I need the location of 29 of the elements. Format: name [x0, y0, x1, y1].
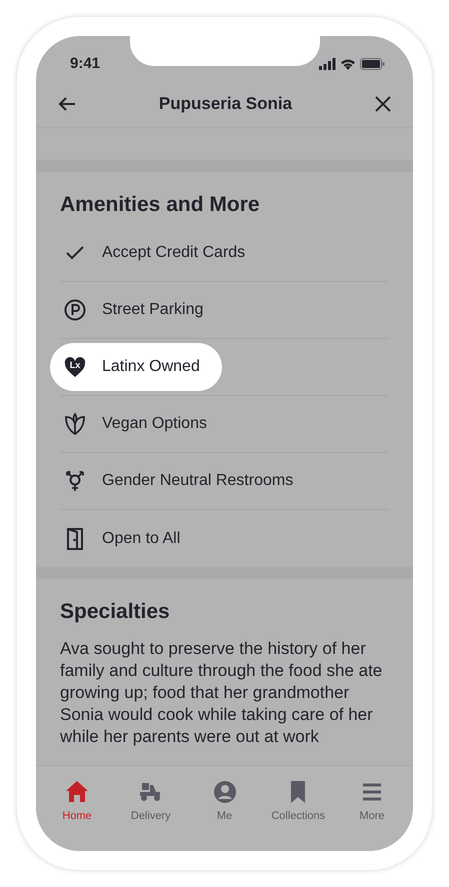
tab-button[interactable]: Me — [190, 780, 260, 851]
amenity-label: Gender Neutral Restrooms — [102, 471, 294, 492]
status-time: 9:41 — [70, 54, 100, 74]
signal-icon — [319, 58, 336, 70]
leaf-icon — [64, 413, 86, 436]
amenity-label: Street Parking — [102, 300, 204, 320]
tab-button[interactable]: Delivery — [116, 780, 186, 851]
icon-label: Lx — [68, 359, 82, 372]
section-title: Specialties — [60, 599, 171, 624]
gender-icon — [64, 470, 86, 492]
close-button[interactable] — [374, 96, 391, 112]
amenity-label: Latinx Owned — [102, 357, 200, 378]
description-text: Ava sought to preserve the history of her family and culture through the food she ate growing up; food that her grandmother Sonia would cook while taking care of her while her parents were out at work — [60, 638, 384, 748]
tab-button[interactable]: More — [337, 780, 407, 851]
wifi-icon — [340, 58, 356, 70]
amenity-label: Accept Credit Cards — [102, 243, 246, 264]
scooter-icon — [138, 780, 163, 804]
amenity-label: Open to All — [102, 528, 180, 549]
tab-button[interactable]: Home — [42, 780, 112, 851]
back-button[interactable] — [58, 96, 76, 110]
door-icon — [64, 528, 86, 550]
tab-button[interactable]: Collections — [263, 780, 334, 851]
home-icon — [65, 780, 89, 804]
section-title: Amenities and More — [60, 192, 261, 218]
amenity-label: Vegan Options — [102, 414, 207, 434]
parking-icon — [64, 299, 86, 322]
page-title: Pupuseria Sonia — [158, 92, 292, 115]
profile-icon — [212, 780, 236, 804]
battery-icon — [360, 58, 385, 70]
